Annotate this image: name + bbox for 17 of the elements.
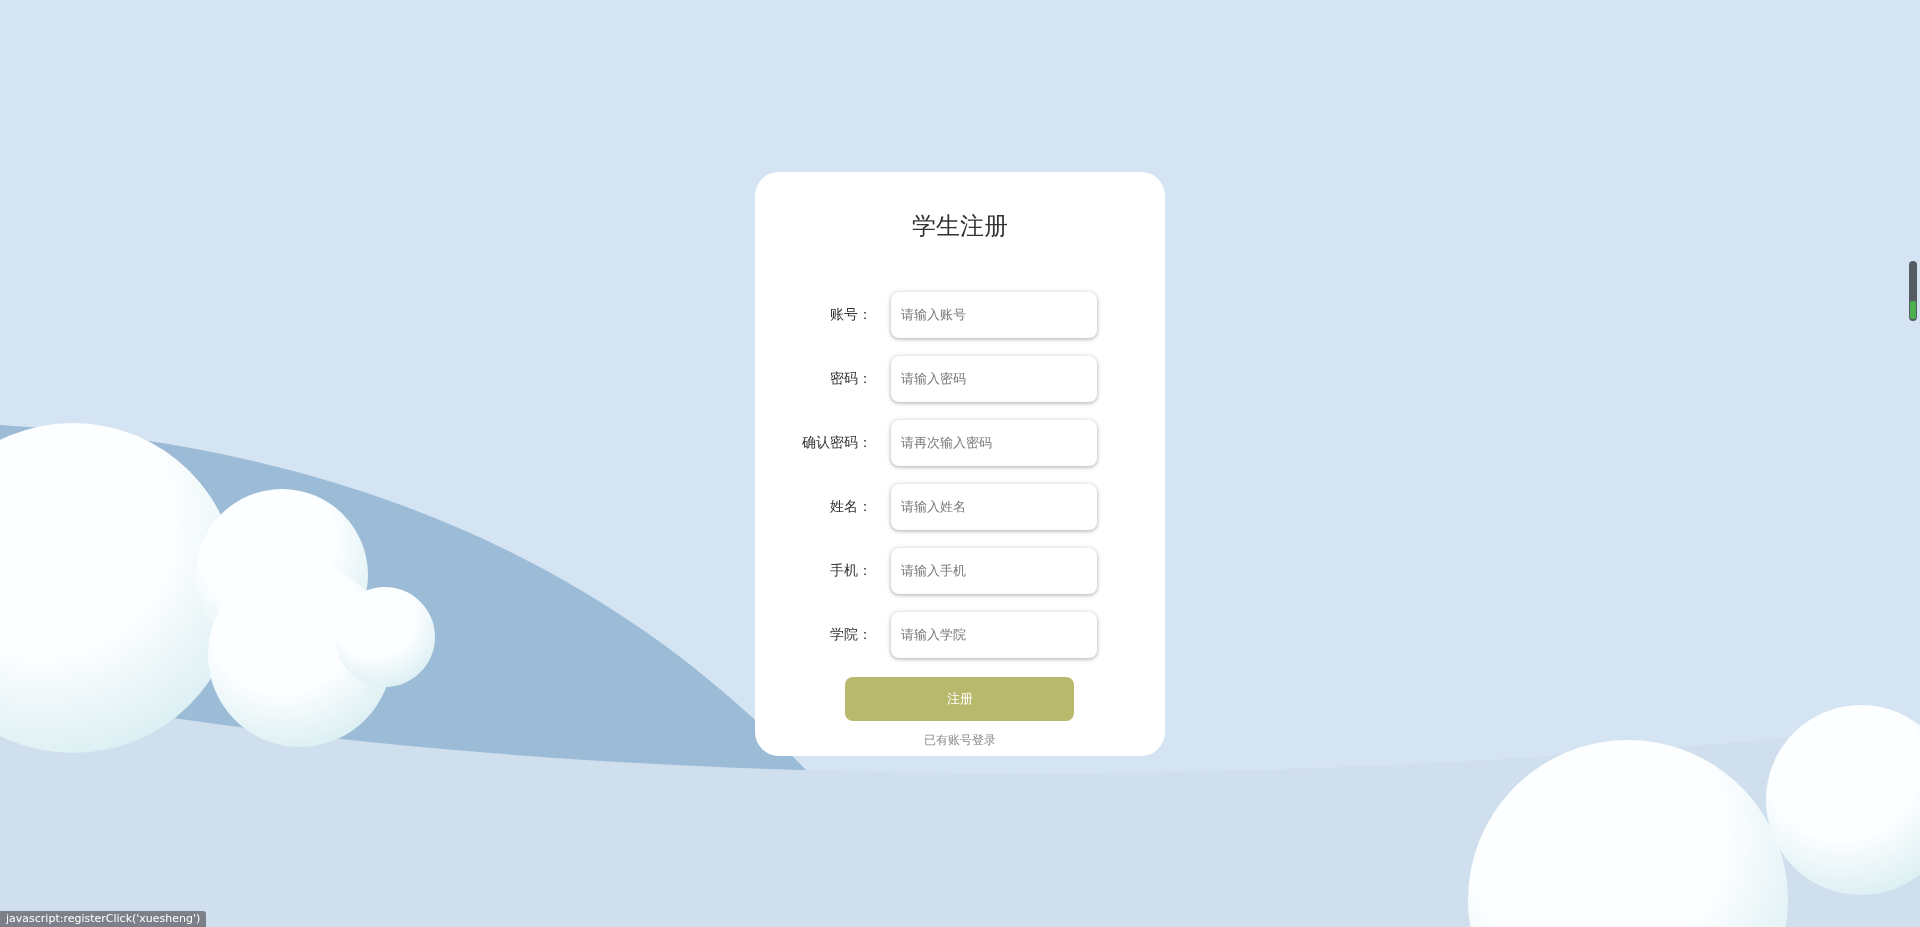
scrollbar[interactable] <box>1909 261 1917 321</box>
field-label: 密码： <box>829 369 872 388</box>
input-field[interactable]: 请输入密码 <box>891 355 1097 402</box>
input-field[interactable]: 请输入学院 <box>891 611 1097 658</box>
input-field[interactable]: 请输入手机 <box>891 547 1097 594</box>
register-button[interactable]: 注册 <box>845 676 1074 721</box>
field-label: 姓名： <box>829 497 872 516</box>
input-field[interactable]: 请输入姓名 <box>891 483 1097 530</box>
field-label: 确认密码： <box>801 433 872 452</box>
login-link[interactable]: 已有账号登录 <box>924 730 996 749</box>
field-label: 学院： <box>829 625 872 644</box>
input-field[interactable]: 请再次输入密码 <box>891 419 1097 466</box>
input-field[interactable]: 请输入账号 <box>891 291 1097 338</box>
status-tooltip: javascript:registerClick('xuesheng') <box>0 911 207 927</box>
field-label: 手机： <box>829 561 872 580</box>
form-title: 学生注册 <box>912 210 1008 242</box>
field-label: 账号： <box>829 305 872 324</box>
